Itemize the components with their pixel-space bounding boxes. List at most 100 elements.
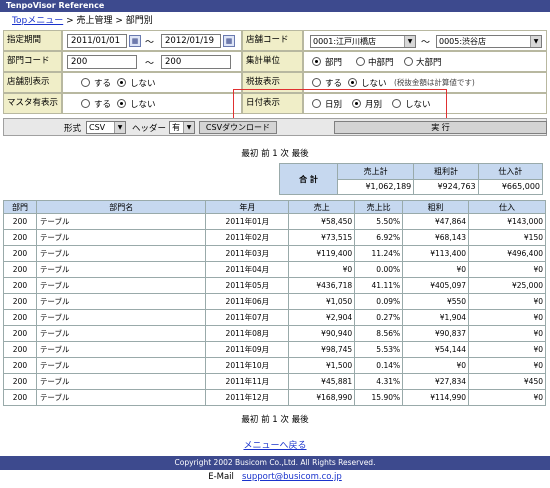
chevron-down-icon: ▼: [183, 122, 194, 133]
chevron-down-icon: ▼: [404, 36, 415, 47]
back-to-menu-link[interactable]: メニューへ戻る: [243, 441, 306, 451]
table-cell: 200: [3, 389, 37, 406]
email-link[interactable]: support@busicom.co.jp: [242, 472, 342, 482]
tax-display-radio-no[interactable]: [348, 78, 357, 87]
master-display-cell: する しない: [62, 93, 242, 114]
calendar-icon[interactable]: ▦: [223, 35, 235, 47]
pager-bottom[interactable]: 最初 前 1 次 最後: [0, 413, 550, 425]
format-label: 形式: [64, 124, 82, 134]
table-cell: ¥73,515: [288, 229, 356, 246]
run-button[interactable]: 実 行: [334, 121, 547, 134]
chevron-down-icon: ▼: [114, 122, 125, 133]
table-cell: 0.00%: [354, 261, 404, 278]
table-row: 200 テーブル 2011年06月 ¥1,050 0.09% ¥550 ¥0: [3, 293, 546, 310]
table-row: 200 テーブル 2011年05月 ¥436,718 41.11% ¥405,097 ¥25…: [3, 277, 546, 294]
column-header[interactable]: 売上: [288, 200, 356, 214]
column-header[interactable]: 売上比: [354, 200, 404, 214]
column-header[interactable]: 部門名: [35, 200, 207, 214]
aggregate-radio-mid[interactable]: [356, 57, 365, 66]
dept-to-input[interactable]: 200: [161, 55, 231, 69]
table-cell: 2011年12月: [205, 389, 290, 406]
table-row: 200 テーブル 2011年07月 ¥2,904 0.27% ¥1,904 ¥0: [3, 309, 546, 326]
table-cell: ¥27,834: [402, 373, 470, 390]
store-to-select[interactable]: 0005:渋谷店 ▼: [436, 35, 542, 48]
table-cell: ¥150: [468, 229, 546, 246]
period-from-input[interactable]: 2011/01/01: [67, 34, 127, 48]
store-display-option-label: しない: [130, 79, 156, 89]
breadcrumb-separator: >: [112, 16, 126, 26]
calendar-icon[interactable]: ▦: [129, 35, 141, 47]
breadcrumb-home-link[interactable]: Topメニュー: [12, 16, 63, 26]
aggregate-unit-cell: 部門 中部門 大部門: [303, 51, 547, 72]
header-value: 有: [172, 123, 180, 132]
table-cell: 0.09%: [354, 293, 404, 310]
table-cell: ¥0: [468, 325, 546, 342]
store-from-select[interactable]: 0001:江戸川橋店 ▼: [310, 35, 416, 48]
table-cell: 200: [3, 357, 37, 374]
table-cell: テーブル: [35, 373, 207, 390]
back-link-wrap: メニューへ戻る: [0, 438, 550, 451]
table-cell: 15.90%: [354, 389, 404, 406]
table-row: 200 テーブル 2011年12月 ¥168,990 15.90% ¥114,990 ¥0: [3, 389, 546, 406]
dept-from-input[interactable]: 200: [67, 55, 137, 69]
table-cell: ¥113,400: [402, 245, 470, 262]
table-cell: 2011年08月: [205, 325, 290, 342]
table-cell: テーブル: [35, 389, 207, 406]
column-header[interactable]: 仕入: [468, 200, 546, 214]
csv-download-button[interactable]: CSVダウンロード: [199, 121, 277, 134]
format-value: CSV: [89, 123, 106, 132]
table-cell: 200: [3, 341, 37, 358]
table-row: 200 テーブル 2011年03月 ¥119,400 11.24% ¥113,400 ¥49…: [3, 245, 546, 262]
table-body: 200 テーブル 2011年01月 ¥58,450 5.50% ¥47,864 ¥143,0…: [3, 213, 546, 406]
period-to-input[interactable]: 2012/01/19: [161, 34, 221, 48]
table-cell: 8.56%: [354, 325, 404, 342]
pager-top[interactable]: 最初 前 1 次 最後: [0, 147, 550, 159]
breadcrumb-separator: >: [63, 16, 77, 26]
totals-purchase: ¥665,000: [477, 178, 544, 195]
table-cell: テーブル: [35, 277, 207, 294]
aggregate-radio-dept[interactable]: [312, 57, 321, 66]
footer-copyright: Copyright 2002 Busicom Co.,Ltd. All Righ…: [0, 456, 550, 470]
format-select[interactable]: CSV ▼: [86, 121, 126, 134]
table-cell: ¥450: [468, 373, 546, 390]
master-display-radio-yes[interactable]: [81, 99, 90, 108]
totals-sales: ¥1,062,189: [336, 178, 415, 195]
totals-header: 仕入計: [477, 163, 544, 180]
tax-display-radio-yes[interactable]: [312, 78, 321, 87]
table-cell: ¥143,000: [468, 213, 546, 230]
table-cell: 4.31%: [354, 373, 404, 390]
column-header[interactable]: 年月: [205, 200, 290, 214]
header-select[interactable]: 有 ▼: [169, 121, 195, 134]
table-cell: ¥0: [468, 309, 546, 326]
table-cell: ¥0: [468, 389, 546, 406]
table-cell: ¥0: [402, 261, 470, 278]
table-cell: 200: [3, 293, 37, 310]
totals-header: 粗利計: [413, 163, 479, 180]
store-display-radio-no[interactable]: [117, 78, 126, 87]
column-header[interactable]: 部門: [3, 200, 37, 214]
range-tilde: 〜: [421, 38, 431, 48]
column-header[interactable]: 粗利: [402, 200, 470, 214]
master-display-radio-no[interactable]: [117, 99, 126, 108]
table-cell: テーブル: [35, 213, 207, 230]
table-cell: 200: [3, 277, 37, 294]
table-cell: テーブル: [35, 357, 207, 374]
table-cell: ¥0: [468, 341, 546, 358]
table-cell: ¥1,500: [288, 357, 356, 374]
table-cell: 0.14%: [354, 357, 404, 374]
table-cell: 200: [3, 261, 37, 278]
breadcrumb: Topメニュー > 売上管理 > 部門別: [0, 12, 550, 30]
table-cell: 2011年02月: [205, 229, 290, 246]
table-cell: 2011年10月: [205, 357, 290, 374]
table-cell: 200: [3, 373, 37, 390]
store-display-radio-yes[interactable]: [81, 78, 90, 87]
store-code-label: 店舗コード: [242, 30, 303, 51]
table-cell: テーブル: [35, 325, 207, 342]
table-cell: ¥436,718: [288, 277, 356, 294]
period-label: 指定期間: [3, 30, 62, 51]
tax-display-note: (税抜金額は計算値です): [394, 78, 475, 87]
table-row: 200 テーブル 2011年09月 ¥98,745 5.53% ¥54,144 ¥0: [3, 341, 546, 358]
aggregate-radio-large[interactable]: [404, 57, 413, 66]
table-cell: ¥58,450: [288, 213, 356, 230]
aggregate-option-label: 中部門: [368, 58, 394, 68]
